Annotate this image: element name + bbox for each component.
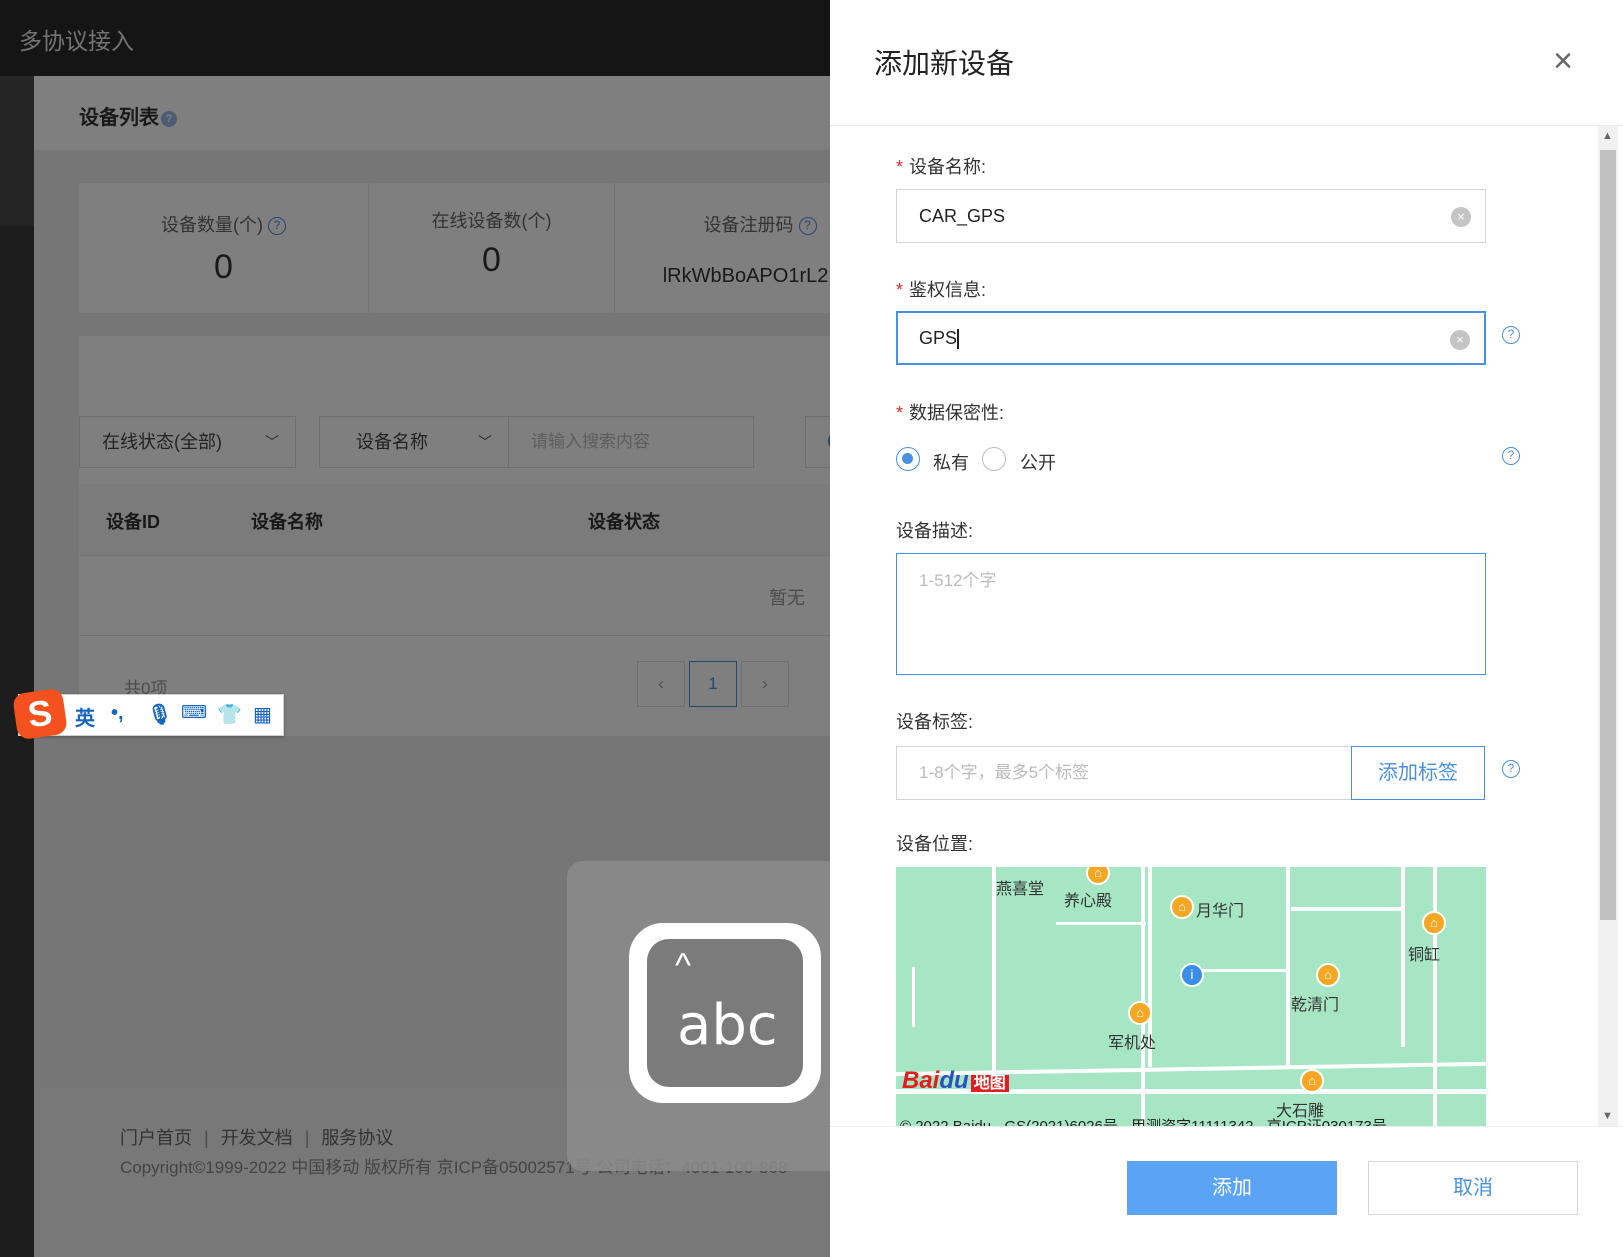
museum-icon: ⌂ bbox=[1422, 911, 1446, 935]
privacy-label: * 数据保密性: bbox=[896, 403, 1005, 423]
ime-mode[interactable]: 英 bbox=[75, 702, 95, 731]
popup-caret: ^ bbox=[675, 947, 691, 985]
map-poi: 养心殿 bbox=[1064, 893, 1113, 910]
radio-public-label[interactable]: 公开 bbox=[1020, 449, 1056, 475]
help-icon[interactable]: ? bbox=[1502, 447, 1520, 465]
description-label: 设备描述: bbox=[896, 521, 974, 541]
device-name-input[interactable]: CAR_GPS × bbox=[896, 189, 1486, 243]
scroll-down-icon[interactable]: ▼ bbox=[1602, 1110, 1613, 1122]
map-poi: 燕喜堂 bbox=[996, 881, 1045, 898]
map-poi: 月华门 bbox=[1196, 903, 1245, 920]
sogou-logo-icon[interactable]: S bbox=[12, 687, 68, 741]
radio-private[interactable] bbox=[896, 447, 920, 471]
auth-info-input[interactable]: GPS × bbox=[896, 311, 1486, 365]
radio-private-label[interactable]: 私有 bbox=[933, 449, 969, 475]
help-icon[interactable]: ? bbox=[1502, 760, 1520, 778]
add-device-drawer: 添加新设备 × * 设备名称: CAR_GPS × * 鉴权信息: GPS × ? … bbox=[830, 0, 1623, 1257]
museum-icon: ⌂ bbox=[1170, 895, 1194, 919]
map-poi: 军机处 bbox=[1108, 1035, 1157, 1052]
microphone-icon[interactable]: 🎙 bbox=[147, 702, 172, 727]
cancel-button[interactable]: 取消 bbox=[1368, 1161, 1578, 1215]
ime-punct[interactable]: •, bbox=[111, 702, 124, 725]
device-name-value: CAR_GPS bbox=[919, 206, 1006, 226]
location-label: 设备位置: bbox=[896, 834, 974, 854]
auth-info-label: * 鉴权信息: bbox=[896, 280, 987, 300]
abc-icon: ^ abc bbox=[629, 923, 821, 1103]
clear-icon[interactable]: × bbox=[1451, 207, 1471, 227]
popup-text: abc bbox=[677, 993, 778, 1058]
map-poi: 乾清门 bbox=[1291, 997, 1340, 1014]
scrollbar-thumb[interactable] bbox=[1600, 150, 1616, 920]
help-icon[interactable]: ? bbox=[1502, 326, 1520, 344]
shirt-icon[interactable]: 👕 bbox=[217, 702, 242, 727]
poi-pin-icon: ⌂ bbox=[1086, 867, 1110, 885]
radio-public[interactable] bbox=[982, 447, 1006, 471]
close-icon[interactable]: × bbox=[1546, 44, 1580, 78]
add-tag-button[interactable]: 添加标签 bbox=[1351, 746, 1485, 800]
text-cursor bbox=[957, 329, 959, 350]
ime-toolbar[interactable]: S 英 •, 🎙 ⌨ 👕 ▦ bbox=[12, 687, 284, 741]
clear-icon[interactable]: × bbox=[1450, 330, 1470, 350]
drawer-header: 添加新设备 × bbox=[830, 0, 1623, 126]
keyboard-icon[interactable]: ⌨ bbox=[181, 702, 207, 723]
device-name-label: * 设备名称: bbox=[896, 157, 987, 177]
museum-icon: ⌂ bbox=[1128, 1001, 1152, 1025]
poi-pin-icon: ⌂ bbox=[1316, 963, 1340, 987]
museum-icon: ⌂ bbox=[1300, 1069, 1324, 1093]
grid-icon[interactable]: ▦ bbox=[253, 702, 272, 727]
map-poi: 铜缸 bbox=[1408, 947, 1441, 964]
drawer-title: 添加新设备 bbox=[874, 48, 1015, 79]
tags-label: 设备标签: bbox=[896, 712, 974, 732]
scroll-up-icon[interactable]: ▲ bbox=[1602, 130, 1613, 142]
auth-info-value: GPS bbox=[919, 328, 958, 348]
restroom-icon: i bbox=[1180, 963, 1204, 987]
baidu-map-logo: Baidu 地图 bbox=[902, 1067, 1009, 1095]
submit-button[interactable]: 添加 bbox=[1127, 1161, 1337, 1215]
location-map[interactable]: ⌂ 燕喜堂 养心殿 ⌂ 月华门 ⌂ 铜缸 i ⌂ 乾清门 ⌂ 军机处 ⌂ 大石雕… bbox=[896, 867, 1486, 1127]
tag-input[interactable]: 1-8个字，最多5个标签 bbox=[896, 746, 1354, 800]
description-textarea[interactable]: 1-512个字 bbox=[896, 553, 1486, 675]
drawer-scrollbar[interactable]: ▲ ▼ bbox=[1598, 126, 1618, 1126]
drawer-footer: 添加 取消 bbox=[830, 1126, 1623, 1257]
